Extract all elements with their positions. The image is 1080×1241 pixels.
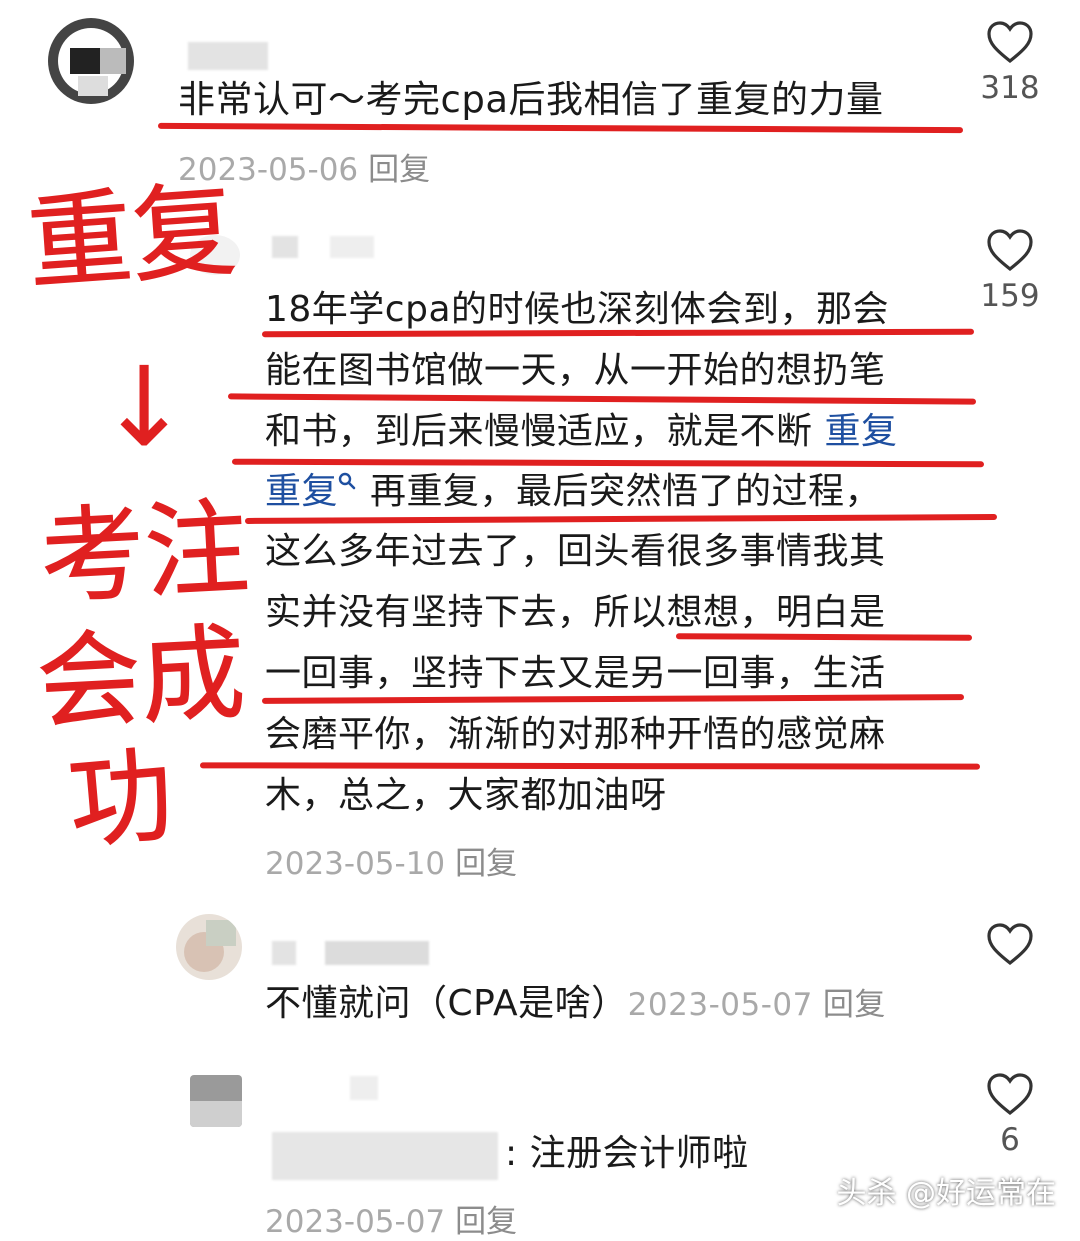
handwritten-annotation: 重复 ↓ 考注 会成 功 <box>23 168 252 860</box>
like-count: 6 <box>1000 1122 1020 1158</box>
search-link[interactable]: 重复 <box>265 471 338 512</box>
reply-button[interactable]: 回复 <box>455 1204 517 1240</box>
comment-line-text: 和书，到后来慢慢适应，就是不断 <box>265 411 825 452</box>
comment-line: 能在图书馆做一天，从一开始的想扔笔 <box>265 350 886 391</box>
like-button[interactable]: 318 <box>980 20 1040 106</box>
comment-text: 非常认可～考完cpa后我相信了重复的力量 <box>178 78 884 121</box>
comment-date: 2023-05-10 <box>265 846 446 882</box>
handwriting-text: 会成 <box>34 612 248 745</box>
avatar[interactable] <box>176 914 242 980</box>
comment-text: 不懂就问（CPA是啥） <box>265 983 628 1024</box>
comment-text: : 注册会计师啦 <box>505 1133 749 1174</box>
reply-button[interactable]: 回复 <box>823 987 886 1023</box>
reply-button[interactable]: 回复 <box>368 152 430 188</box>
like-count: 159 <box>980 278 1040 314</box>
comment-meta: 2023-05-07 回复 <box>265 1196 517 1241</box>
username-redacted <box>188 42 268 70</box>
heart-outline-icon <box>987 1073 1033 1116</box>
avatar[interactable] <box>48 18 134 104</box>
watermark: 头杀 @好运常在 <box>836 1176 1056 1211</box>
search-link[interactable]: 重复 <box>824 411 897 452</box>
like-button[interactable]: 159 <box>980 228 1040 314</box>
username-redacted <box>272 236 298 258</box>
heart-outline-icon <box>987 21 1033 64</box>
reply-button[interactable]: 回复 <box>455 846 517 882</box>
comment-line: 不懂就问（CPA是啥）2023-05-07 回复 <box>265 974 886 1035</box>
username-redacted <box>272 1132 498 1180</box>
comment-meta: 2023-05-10 回复 <box>265 838 517 883</box>
handwriting-text: 功 <box>64 734 178 860</box>
comment-date: 2023-05-07 <box>265 1204 446 1240</box>
comment-date: 2023-05-07 <box>627 987 813 1023</box>
comment-line: 重复 再重复，最后突然悟了的过程， <box>265 462 881 522</box>
like-count: 318 <box>980 70 1040 106</box>
handwriting-text: ↓ <box>98 343 190 471</box>
username-redacted <box>325 941 429 965</box>
like-button[interactable] <box>980 922 1040 972</box>
comment-line: 木，总之，大家都加油呀 <box>265 775 667 816</box>
username-redacted <box>272 941 296 965</box>
comment-line: 和书，到后来慢慢适应，就是不断 重复 <box>265 402 897 462</box>
heart-outline-icon <box>987 923 1033 966</box>
username-redacted <box>330 236 374 258</box>
avatar[interactable] <box>190 1075 242 1127</box>
like-button[interactable]: 6 <box>980 1072 1040 1158</box>
comment-line-text: 再重复，最后突然悟了的过程， <box>370 471 882 512</box>
username-redacted <box>350 1076 378 1100</box>
comment-meta: 2023-05-07 回复 <box>628 987 886 1023</box>
comment-line: 这么多年过去了，回头看很多事情我其 <box>265 531 886 572</box>
handwriting-text: 考注 <box>38 486 252 619</box>
handwriting-text: 重复 <box>24 169 240 305</box>
search-icon[interactable] <box>338 472 356 490</box>
comment-line: 会磨平你，渐渐的对那种开悟的感觉麻 <box>265 714 886 755</box>
heart-outline-icon <box>987 229 1033 272</box>
